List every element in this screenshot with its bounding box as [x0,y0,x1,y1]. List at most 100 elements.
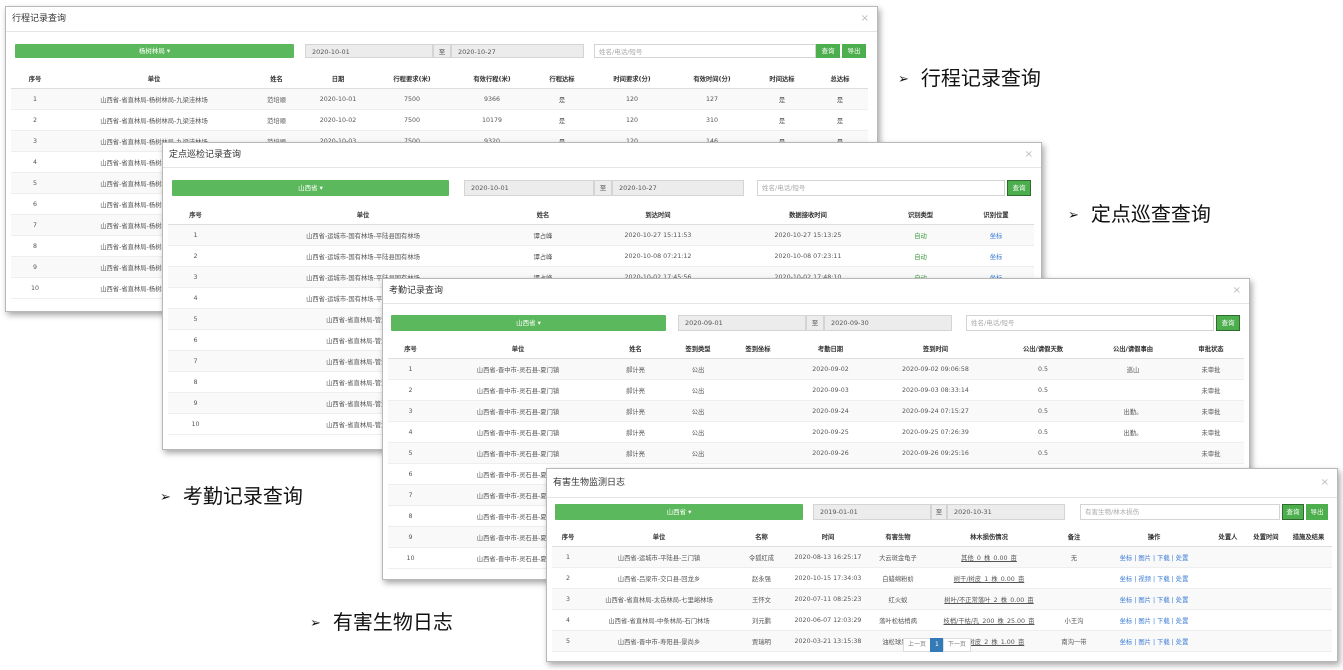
table-cell: 郝计亮 [603,358,668,380]
table-row[interactable]: 1 山西省-运城市-国有林场-平陆县国有林场 谭占峰 2020-10-27 15:11… [168,224,1034,246]
caption-trip-text: 行程记录查询 [920,66,1041,90]
caption-trip: ➢ 行程记录查询 [898,62,1041,91]
table-cell [1285,546,1332,568]
table-cell: 大云斑金龟子 [867,546,929,568]
column-header: 措施及结果 [1285,527,1332,547]
table-cell: 2 [11,109,59,131]
table-cell: 2020-09-24 07:15:27 [873,400,998,422]
column-header: 单位 [433,339,603,359]
org-select[interactable]: 山西省 ▾ [172,180,449,196]
org-select[interactable]: 杨树林局 ▾ [15,44,294,58]
table-cell: 枝梢/干枯/孔_200_株_25.00_亩 [929,609,1049,631]
column-header: 序号 [388,339,433,359]
table-row[interactable]: 1 山西省-省直林局-杨树林局-九梁洼林场 范培顺 2020-10-01 7500 936… [11,88,868,110]
table-row[interactable]: 2 山西省-吕梁市-交口县-回龙乡 赵永强 2020-10-15 17:34:03 白蜡… [552,567,1332,589]
table-row[interactable]: 2 山西省-晋中市-灵石县-夏门镇 郝计亮 公出 2020-09-03 2020-09-0… [388,379,1244,401]
caption-pest-text: 有害生物日志 [332,610,453,634]
date-range-separator: 至 [931,504,947,520]
table-cell: 8 [168,371,223,393]
table-cell: 0.5 [998,358,1088,380]
table-row[interactable]: 2 山西省-省直林局-杨树林局-九梁洼林场 范培顺 2020-10-02 7500 101… [11,109,868,131]
column-header: 公出/请假天数 [998,339,1088,359]
table-cell[interactable]: 坐标 [958,245,1034,267]
date-to-input[interactable]: 2020-10-27 [451,44,584,58]
table-cell: 未审批 [1178,379,1244,401]
column-header: 操作 [1099,527,1209,547]
table-cell [1285,567,1332,589]
table-cell: 2020-09-02 [788,358,873,380]
table-cell: 公出 [668,400,728,422]
date-from-input[interactable]: 2020-10-01 [305,44,433,58]
table-cell: 5 [11,172,59,194]
caption-patrol: ➢ 定点巡查查询 [1068,198,1211,227]
close-icon[interactable]: × [861,7,869,31]
table-row[interactable]: 1 山西省-晋中市-灵石县-夏门镇 郝计亮 公出 2020-09-02 2020-09-0… [388,358,1244,380]
table-cell: 山西省-省直林局-太岳林局-七里峪林场 [584,588,734,610]
column-header: 签到时间 [873,339,998,359]
org-select[interactable]: 山西省 ▾ [555,504,803,520]
table-row[interactable]: 3 山西省-省直林局-太岳林局-七里峪林场 王怀文 2020-07-11 08:25:… [552,588,1332,610]
table-row[interactable]: 4 山西省-省直林局-中条林局-石门林场 刘元鹏 2020-06-07 12:03:2… [552,609,1332,631]
prev-page-button[interactable]: 上一页 [903,638,932,652]
table-cell: 4 [11,151,59,173]
next-page-button[interactable]: 下一页 [942,638,971,652]
table-cell: 山西省-省直林局-杨树林局-九梁洼林场 [59,88,249,110]
table-cell: 其他_0_株_0.00_亩 [929,546,1049,568]
table-cell: 2020-09-25 [788,421,873,443]
arrow-bullet-icon: ➢ [1068,208,1079,223]
date-from-input[interactable]: 2020-10-01 [464,180,594,196]
table-cell: 0.5 [998,400,1088,422]
table-row[interactable]: 5 山西省-晋中市-灵石县-夏门镇 郝计亮 公出 2020-09-26 2020-09-2… [388,442,1244,464]
table-row[interactable]: 1 山西省-运城市-平陆县-三门镇 令狐红成 2020-08-13 16:25:17 大… [552,546,1332,568]
table-cell: 巡山 [1088,358,1178,380]
query-button[interactable]: 查询 [1282,504,1304,520]
table-cell: 7 [11,214,59,236]
table-cell: 8 [388,505,433,527]
column-header: 序号 [552,527,584,547]
table-cell: 2020-09-26 09:25:16 [873,442,998,464]
table-cell: 0.5 [998,421,1088,443]
table-cell: 红火蚁 [867,588,929,610]
close-icon[interactable]: × [1025,143,1033,167]
panel-title: 行程记录查询 × [6,7,877,32]
table-cell: 是 [752,109,812,131]
export-button[interactable]: 导出 [842,44,866,58]
query-button[interactable]: 查询 [1216,315,1240,331]
export-button[interactable]: 导出 [1306,504,1328,520]
table-cell: 1 [168,224,223,246]
table-cell[interactable]: 坐标 | 图片 | 下载 | 处置 [1099,630,1209,652]
table-cell: 9 [388,526,433,548]
date-to-input[interactable]: 2020-10-31 [947,504,1065,520]
table-cell [1247,588,1285,610]
search-input[interactable]: 姓名/电话/短号 [966,315,1214,331]
column-header: 姓名 [603,339,668,359]
table-cell[interactable]: 坐标 | 视频 | 下载 | 处置 [1099,567,1209,589]
query-button[interactable]: 查询 [816,44,840,58]
date-from-input[interactable]: 2020-09-01 [678,315,806,331]
search-input[interactable]: 姓名/电话/短号 [757,180,1005,196]
table-cell [1209,546,1247,568]
table-cell: 白蜡绵粉蚧 [867,567,929,589]
date-from-input[interactable]: 2019-01-01 [813,504,931,520]
close-icon[interactable]: × [1321,469,1329,497]
date-to-input[interactable]: 2020-09-30 [824,315,952,331]
table-cell[interactable]: 坐标 | 图片 | 下载 | 处置 [1099,588,1209,610]
search-input[interactable]: 有害生物/林木损伤 [1080,504,1280,520]
table-cell[interactable]: 坐标 | 图片 | 下载 | 处置 [1099,609,1209,631]
table-row[interactable]: 3 山西省-晋中市-灵石县-夏门镇 郝计亮 公出 2020-09-24 2020-09-2… [388,400,1244,422]
close-icon[interactable]: × [1233,279,1241,303]
org-select[interactable]: 山西省 ▾ [391,315,666,331]
table-cell[interactable]: 坐标 | 图片 | 下载 | 处置 [1099,546,1209,568]
table-cell: 出勤。 [1088,421,1178,443]
date-to-input[interactable]: 2020-10-27 [612,180,744,196]
table-row[interactable]: 2 山西省-运城市-国有林场-平陆县国有林场 谭占峰 2020-10-08 07:21… [168,245,1034,267]
arrow-bullet-icon: ➢ [160,490,171,505]
date-range-separator: 至 [433,44,451,58]
table-row[interactable]: 4 山西省-晋中市-灵石县-夏门镇 郝计亮 公出 2020-09-25 2020-09-2… [388,421,1244,443]
table-cell[interactable]: 坐标 [958,224,1034,246]
table-cell: 自动 [883,245,958,267]
search-input[interactable]: 姓名/电话/短号 [594,44,816,58]
page-1-button[interactable]: 1 [930,638,944,652]
query-button[interactable]: 查询 [1007,180,1031,196]
table-cell [1285,588,1332,610]
